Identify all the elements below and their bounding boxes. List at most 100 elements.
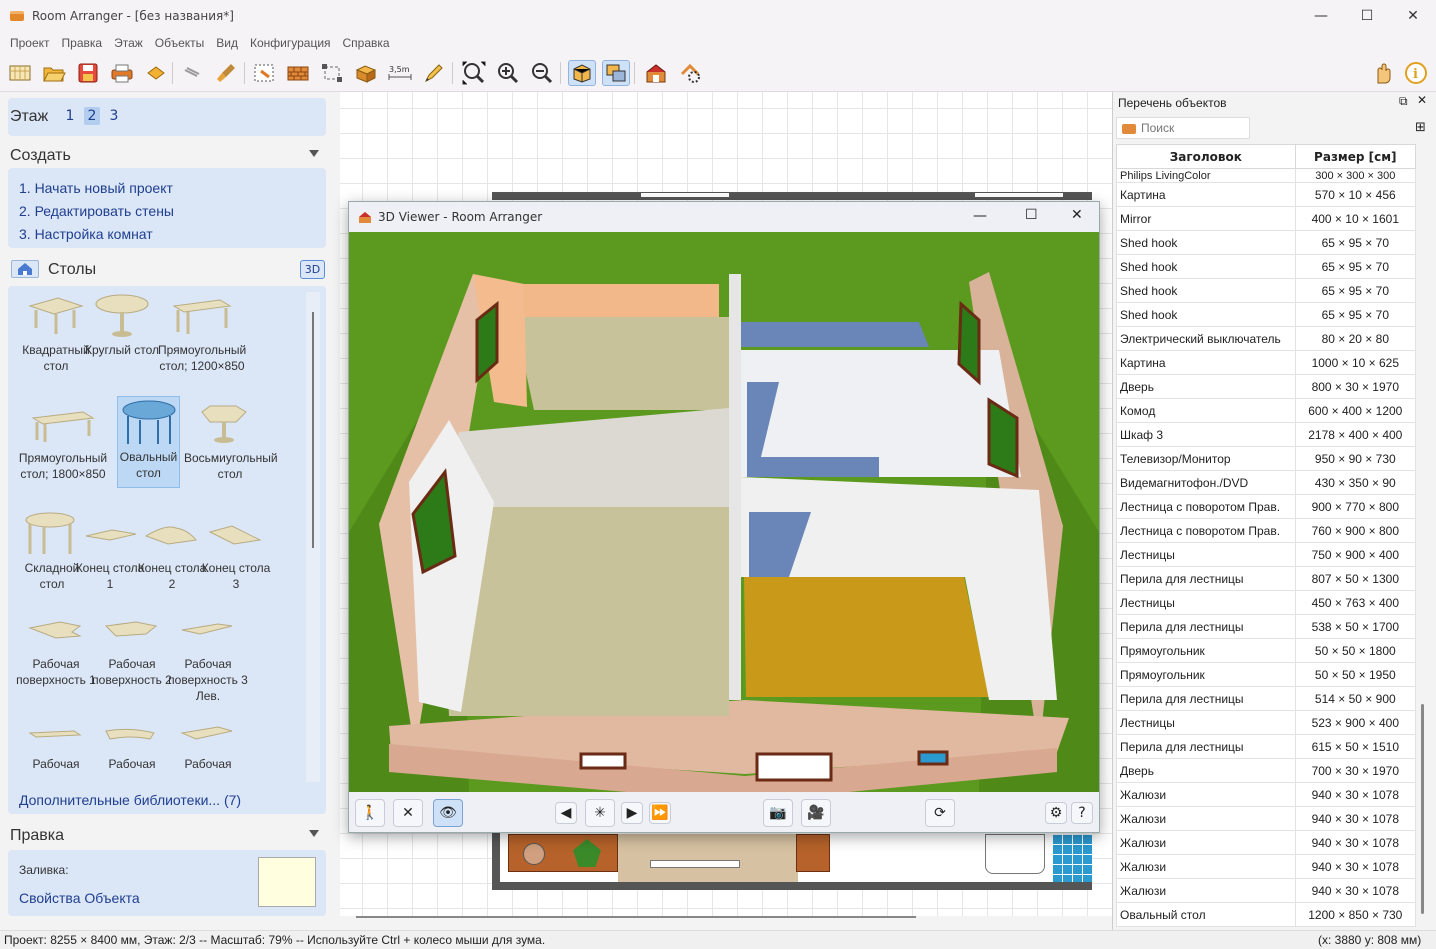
table-row[interactable]: Дверь 800 × 30 × 1970	[1116, 374, 1417, 399]
column-settings-icon[interactable]: ⊞	[1415, 120, 1426, 135]
gallery-item[interactable]: Конец стола 3	[198, 508, 274, 592]
add-object-icon[interactable]	[352, 60, 380, 86]
brush-icon[interactable]	[212, 60, 240, 86]
object-properties-link[interactable]: Свойства Объекта	[19, 890, 140, 906]
table-scrollbar[interactable]	[1421, 704, 1424, 914]
table-row[interactable]: Жалюзи 940 × 30 × 1078	[1116, 854, 1417, 879]
viewer-maximize-button[interactable]: ☐	[1025, 207, 1038, 223]
settings-gear-icon[interactable]: ⚙	[1045, 802, 1067, 824]
room-settings-link[interactable]: 3. Настройка комнат	[19, 226, 153, 242]
table-row[interactable]: Перила для лестницы 615 × 50 × 1510	[1116, 734, 1417, 759]
table-row[interactable]: Лестницы 750 × 900 × 400	[1116, 542, 1417, 567]
redo-icon[interactable]	[178, 60, 206, 86]
table-row[interactable]: Шкаф 3 2178 × 400 × 400	[1116, 422, 1417, 447]
floor-1-tab[interactable]: 1	[62, 108, 78, 124]
room-dimensions-icon[interactable]	[318, 60, 346, 86]
table-row[interactable]: Перила для лестницы 514 × 50 × 900	[1116, 686, 1417, 711]
close-panel-icon[interactable]: ✕	[1417, 93, 1427, 107]
floor-3-tab[interactable]: 3	[106, 108, 122, 124]
table-row[interactable]: Shed hook 65 × 95 × 70	[1116, 230, 1417, 255]
zoom-fit-icon[interactable]	[460, 60, 488, 86]
table-row[interactable]: Овальный стол 1200 × 850 × 730	[1116, 902, 1417, 927]
3d-scene[interactable]	[349, 232, 1099, 802]
table-row[interactable]: Перила для лестницы 538 × 50 × 1700	[1116, 614, 1417, 639]
table-row[interactable]: Shed hook 65 × 95 × 70	[1116, 278, 1417, 303]
collapse-chevron-icon[interactable]	[309, 150, 319, 157]
zoom-in-icon[interactable]	[494, 60, 522, 86]
video-camera-icon[interactable]: 🎥	[801, 799, 831, 827]
menu-objects[interactable]: Объекты	[149, 36, 211, 50]
gallery-item[interactable]: Прямоугольный стол; 1200×850	[156, 290, 248, 374]
table-row[interactable]: Картина 1000 × 10 × 625	[1116, 350, 1417, 375]
gallery-scrollbar[interactable]	[306, 292, 320, 782]
table-row[interactable]: Картина 570 × 10 × 456	[1116, 182, 1417, 207]
radiator-object[interactable]	[650, 860, 740, 868]
pencil-icon[interactable]	[420, 60, 448, 86]
menu-help[interactable]: Справка	[337, 36, 396, 50]
fly-mode-icon[interactable]: ✕	[393, 799, 423, 827]
table-row[interactable]: Электрический выключатель 80 × 20 × 80	[1116, 326, 1417, 351]
table-row[interactable]: Дверь 700 × 30 × 1970	[1116, 758, 1417, 783]
table-row[interactable]: Лестницы 523 × 900 × 400	[1116, 710, 1417, 735]
gallery-item[interactable]: Рабочая поверхность 3 Лев.	[168, 604, 248, 704]
gallery-item[interactable]: Рабочая	[16, 716, 96, 772]
table-row[interactable]: Видемагнитофон./DVD 430 × 350 × 90	[1116, 470, 1417, 495]
screenshot-camera-icon[interactable]: 📷	[763, 799, 793, 827]
column-header-title[interactable]: Заголовок	[1116, 144, 1296, 169]
table-row[interactable]: Перила для лестницы 807 × 50 × 1300	[1116, 566, 1417, 591]
dimension-line-icon[interactable]: 3,5m	[386, 60, 414, 86]
floor-view-icon[interactable]	[568, 60, 596, 86]
multi-floor-view-icon[interactable]	[602, 60, 630, 86]
menu-project[interactable]: Проект	[4, 36, 56, 50]
open-folder-icon[interactable]	[40, 60, 68, 86]
minimize-button[interactable]: —	[1298, 0, 1344, 32]
library-home-icon[interactable]	[11, 260, 39, 278]
rotate-right-icon[interactable]: ▶	[621, 802, 643, 824]
gallery-item[interactable]: Восьмиугольный стол	[184, 398, 278, 482]
start-new-project-link[interactable]: 1. Начать новый проект	[19, 180, 173, 196]
gallery-item[interactable]: Рабочая поверхность 1	[16, 604, 96, 688]
table-row[interactable]: Лестница с поворотом Прав. 900 × 770 × 80…	[1116, 494, 1417, 519]
float-panel-icon[interactable]: ⧉	[1399, 94, 1408, 109]
table-row[interactable]: Прямоугольник 50 × 50 × 1950	[1116, 662, 1417, 687]
table-row[interactable]: Комод 600 × 400 × 1200	[1116, 398, 1417, 423]
3d-settings-icon[interactable]	[676, 60, 704, 86]
fill-color-swatch[interactable]	[258, 857, 316, 907]
table-row[interactable]: Жалюзи 940 × 30 × 1078	[1116, 782, 1417, 807]
table-row[interactable]: Philips LivingColor 300 × 300 × 300	[1116, 168, 1417, 183]
gallery-item[interactable]: Прямоугольный стол; 1800×850	[16, 398, 110, 482]
table-row[interactable]: Лестницы 450 × 763 × 400	[1116, 590, 1417, 615]
help-icon[interactable]: ?	[1071, 802, 1093, 824]
table-row[interactable]: Shed hook 65 × 95 × 70	[1116, 254, 1417, 279]
table-row[interactable]: Жалюзи 940 × 30 × 1078	[1116, 878, 1417, 903]
table-row[interactable]: Mirror 400 × 10 × 1601	[1116, 206, 1417, 231]
gallery-item[interactable]: Круглый стол	[82, 290, 162, 358]
viewer-minimize-button[interactable]: —	[973, 208, 987, 224]
create-section-title[interactable]: Создать	[10, 147, 71, 165]
undo-icon[interactable]	[142, 60, 170, 86]
new-project-icon[interactable]	[6, 60, 34, 86]
table-row[interactable]: Прямоугольник 50 × 50 × 1800	[1116, 638, 1417, 663]
gallery-item[interactable]: Рабочая	[168, 716, 248, 772]
edit-section-title[interactable]: Правка	[10, 827, 64, 845]
3d-preview-toggle[interactable]: 3D	[300, 260, 325, 279]
table-row[interactable]: Жалюзи 940 × 30 × 1078	[1116, 806, 1417, 831]
select-area-icon[interactable]	[250, 60, 278, 86]
menu-view[interactable]: Вид	[210, 36, 244, 50]
info-icon[interactable]: i	[1402, 60, 1430, 86]
print-icon[interactable]	[108, 60, 136, 86]
edit-walls-link[interactable]: 2. Редактировать стены	[19, 203, 174, 219]
maximize-button[interactable]: ☐	[1344, 0, 1390, 32]
hand-tool-icon[interactable]	[1368, 60, 1396, 86]
cabinet-object[interactable]	[796, 834, 830, 872]
eye-view-icon[interactable]: 👁	[433, 799, 463, 827]
gallery-item[interactable]: Рабочая	[92, 716, 172, 772]
column-header-size[interactable]: Размер [см]	[1294, 144, 1417, 169]
gallery-item[interactable]: Рабочая поверхность 2	[92, 604, 172, 688]
zoom-out-icon[interactable]	[528, 60, 556, 86]
viewer-close-button[interactable]: ✕	[1071, 207, 1083, 223]
menu-floor[interactable]: Этаж	[108, 36, 149, 50]
rotate-left-icon[interactable]: ◀	[555, 802, 577, 824]
bathtub-object[interactable]	[985, 834, 1045, 874]
search-input[interactable]	[1141, 119, 1247, 137]
